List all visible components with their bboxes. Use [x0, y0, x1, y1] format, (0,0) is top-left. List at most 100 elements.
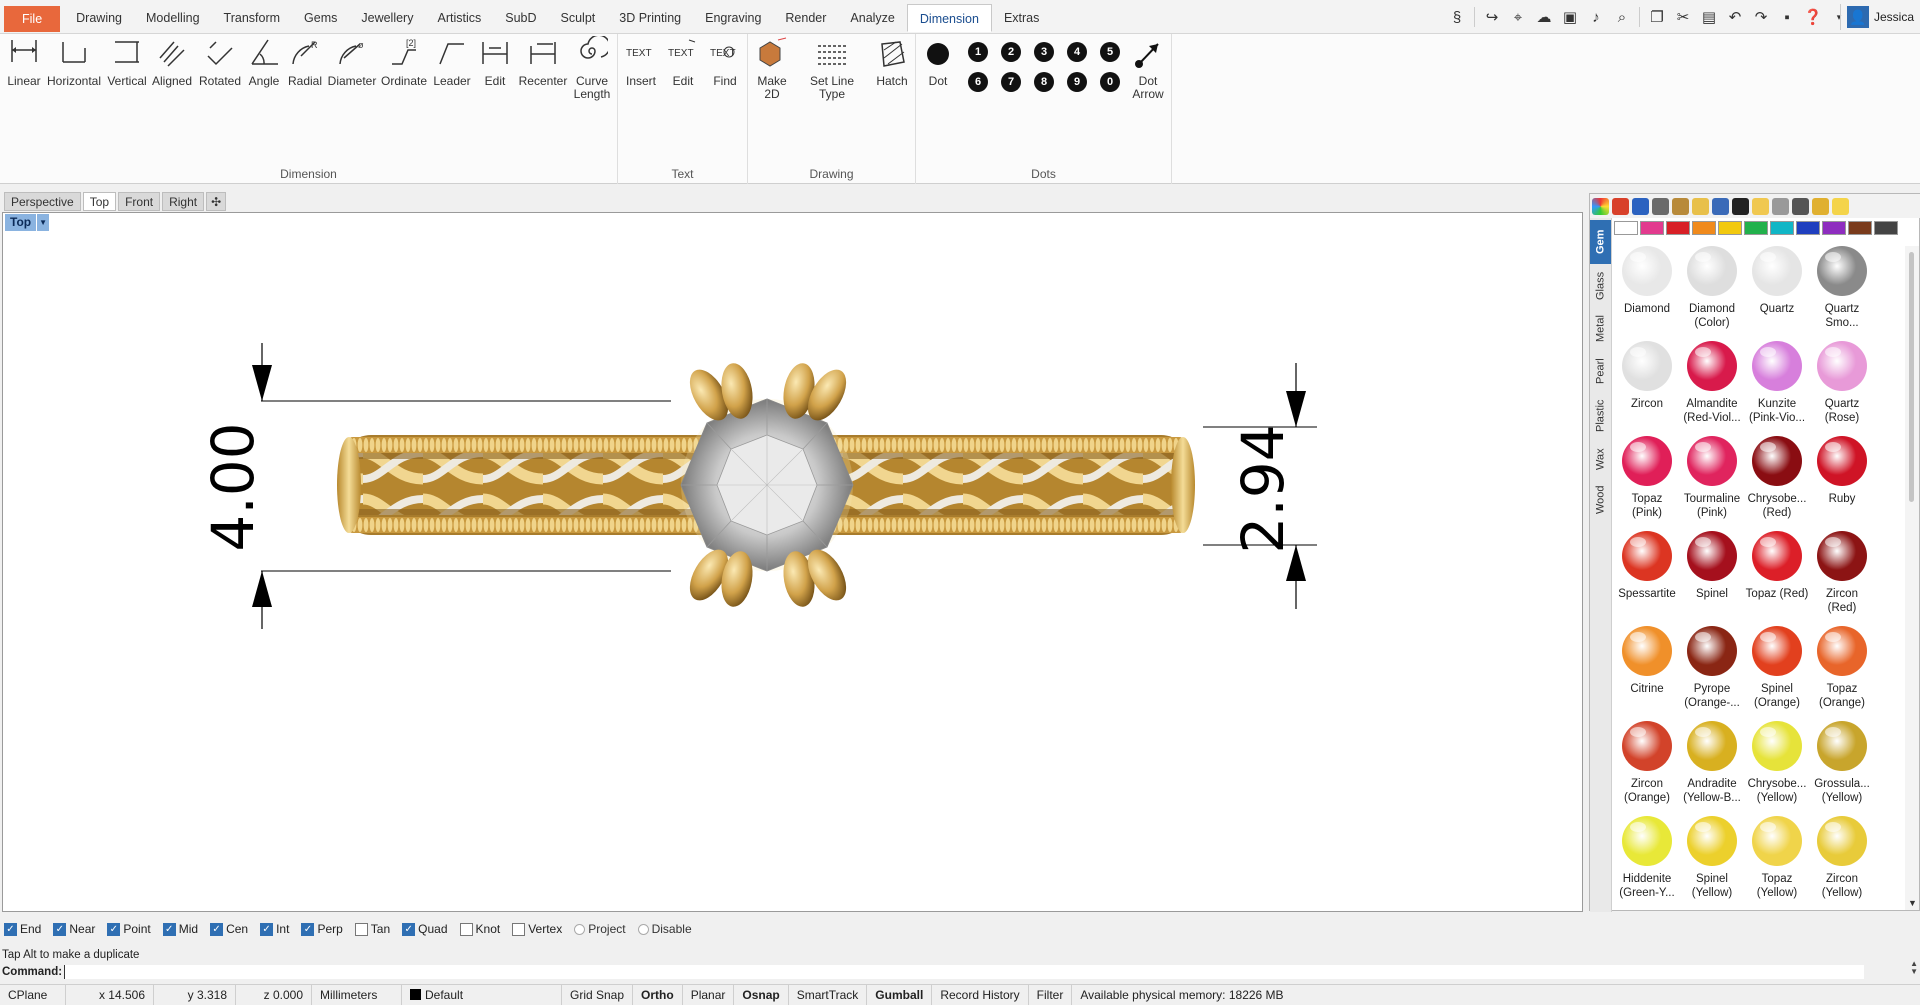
command-input[interactable]: [64, 965, 1865, 979]
cut-icon[interactable]: ✂: [1672, 6, 1694, 28]
linear-button[interactable]: Linear: [6, 36, 42, 88]
scroll-down-icon[interactable]: ▼: [1908, 898, 1917, 908]
menu-tab-drawing[interactable]: Drawing: [64, 4, 134, 32]
osnap-checkbox[interactable]: ✓: [53, 922, 67, 936]
panel-tab-glass[interactable]: Glass: [1590, 264, 1611, 308]
osnap-checkbox[interactable]: ✓: [4, 922, 17, 936]
redo-icon[interactable]: ↷: [1750, 6, 1772, 28]
color-swatch[interactable]: [1744, 221, 1768, 235]
gem-item[interactable]: Tourmaline (Pink): [1679, 436, 1745, 520]
gem-item[interactable]: Hiddenite (Green-Y...: [1614, 816, 1680, 900]
osnap-checkbox[interactable]: ✓: [260, 922, 274, 936]
gem-item[interactable]: Diamond: [1614, 246, 1680, 316]
rhino-logo-icon[interactable]: §: [1446, 6, 1468, 28]
units-indicator[interactable]: Millimeters: [312, 984, 402, 1005]
light-icon[interactable]: [1752, 197, 1769, 215]
gem-item[interactable]: Andradite (Yellow-B...: [1679, 721, 1745, 805]
display-icon[interactable]: [1792, 197, 1809, 215]
gem-item[interactable]: Zircon (Red): [1809, 531, 1875, 615]
status-toggle-grid-snap[interactable]: Grid Snap: [562, 984, 634, 1005]
color-swatch[interactable]: [1718, 221, 1742, 235]
environment-icon[interactable]: [1812, 197, 1829, 215]
cplane-indicator[interactable]: CPlane: [0, 984, 66, 1005]
gem-item[interactable]: Zircon (Yellow): [1809, 816, 1875, 900]
gem-item[interactable]: Citrine: [1614, 626, 1680, 696]
osnap-tan[interactable]: Tan: [354, 922, 390, 936]
gem-item[interactable]: Topaz (Pink): [1614, 436, 1680, 520]
menu-tab-jewellery[interactable]: Jewellery: [349, 4, 425, 32]
dot-1-button[interactable]: 1: [968, 42, 988, 62]
menu-tab-file[interactable]: File: [4, 6, 61, 32]
menu-tab-3d-printing[interactable]: 3D Printing: [607, 4, 693, 32]
gem-item[interactable]: Chrysobe... (Red): [1744, 436, 1810, 520]
scrollbar-thumb[interactable]: [1909, 252, 1914, 502]
color-swatch[interactable]: [1796, 221, 1820, 235]
tab-front[interactable]: Front: [118, 192, 161, 211]
dot-button[interactable]: Dot: [922, 36, 954, 88]
osnap-checkbox[interactable]: [459, 922, 473, 936]
osnap-checkbox[interactable]: ✓: [210, 922, 224, 936]
save-icon[interactable]: ▪: [1776, 6, 1798, 28]
menu-tab-analyze[interactable]: Analyze: [838, 4, 906, 32]
command-scroll-icon[interactable]: ▲ ▼: [1910, 960, 1918, 976]
panel-tab-plastic[interactable]: Plastic: [1590, 392, 1611, 440]
text-insert-button[interactable]: TEXT Insert: [624, 36, 658, 88]
osnap-checkbox[interactable]: ✓: [402, 922, 416, 936]
curve-tool-icon[interactable]: ↪: [1481, 6, 1503, 28]
color-swatch[interactable]: [1770, 221, 1794, 235]
color-swatch[interactable]: [1848, 221, 1872, 235]
microphone-icon[interactable]: ♪: [1585, 6, 1607, 28]
dot-6-button[interactable]: 6: [968, 72, 988, 92]
cloud-icon[interactable]: ☁: [1533, 6, 1555, 28]
panel-tab-metal[interactable]: Metal: [1590, 308, 1611, 350]
osnap-checkbox[interactable]: [512, 922, 526, 936]
paste-icon[interactable]: ▤: [1698, 6, 1720, 28]
horizontal-button[interactable]: Horizontal: [46, 36, 102, 88]
copy-icon[interactable]: ❐: [1646, 6, 1668, 28]
osnap-int[interactable]: ✓ Int: [260, 922, 289, 936]
gem-item[interactable]: Quartz Smo...: [1809, 246, 1875, 330]
ordinate-button[interactable]: [2] Ordinate: [380, 36, 428, 88]
gem-item[interactable]: Spinel (Yellow): [1679, 816, 1745, 900]
panel-scrollbar[interactable]: ▼: [1905, 246, 1919, 910]
panel-tab-wax[interactable]: Wax: [1590, 440, 1611, 478]
status-toggle-smarttrack[interactable]: SmartTrack: [789, 984, 868, 1005]
color-swatch[interactable]: [1666, 221, 1690, 235]
menu-tab-artistics[interactable]: Artistics: [425, 4, 493, 32]
gem-item[interactable]: Spessartite: [1614, 531, 1680, 601]
gem-item[interactable]: Zircon (Orange): [1614, 721, 1680, 805]
color-swatch[interactable]: [1614, 221, 1638, 235]
menu-tab-engraving[interactable]: Engraving: [693, 4, 773, 32]
rotated-button[interactable]: Rotated: [198, 36, 242, 88]
gem-item[interactable]: Topaz (Red): [1744, 531, 1810, 601]
snap-tool-icon[interactable]: ⌖: [1507, 6, 1529, 28]
menu-tab-modelling[interactable]: Modelling: [134, 4, 212, 32]
gem-item[interactable]: Topaz (Yellow): [1744, 816, 1810, 900]
undo-icon[interactable]: ↶: [1724, 6, 1746, 28]
vertical-button[interactable]: Vertical: [106, 36, 148, 88]
gem-item[interactable]: Spinel: [1679, 531, 1745, 601]
dot-arrow-button[interactable]: Dot Arrow: [1130, 36, 1166, 101]
gem-item[interactable]: Chrysobe... (Yellow): [1744, 721, 1810, 805]
layer-indicator[interactable]: Default: [402, 984, 562, 1005]
gem-item[interactable]: Quartz (Rose): [1809, 341, 1875, 425]
aligned-button[interactable]: Aligned: [150, 36, 194, 88]
gem-item[interactable]: Kunzite (Pink-Vio...: [1744, 341, 1810, 425]
color-swatch[interactable]: [1822, 221, 1846, 235]
zoom-icon[interactable]: ⌕: [1611, 6, 1633, 28]
menu-tab-render[interactable]: Render: [773, 4, 838, 32]
diameter-button[interactable]: ø Diameter: [328, 36, 377, 88]
tab-right[interactable]: Right: [162, 192, 205, 211]
osnap-quad[interactable]: ✓ Quad: [402, 922, 448, 936]
dot-0-button[interactable]: 0: [1100, 72, 1120, 92]
text-edit-button[interactable]: TEXT Edit: [666, 36, 700, 88]
dot-5-button[interactable]: 5: [1100, 42, 1120, 62]
gem-item[interactable]: Spinel (Orange): [1744, 626, 1810, 710]
color-wheel-icon[interactable]: [1592, 197, 1609, 215]
camera-icon[interactable]: [1732, 197, 1749, 215]
status-toggle-osnap[interactable]: Osnap: [734, 984, 789, 1005]
dot-4-button[interactable]: 4: [1067, 42, 1087, 62]
status-toggle-record-history[interactable]: Record History: [932, 984, 1029, 1005]
make-2d-button[interactable]: Make 2D: [754, 36, 790, 101]
tab-top[interactable]: Top: [82, 192, 117, 211]
